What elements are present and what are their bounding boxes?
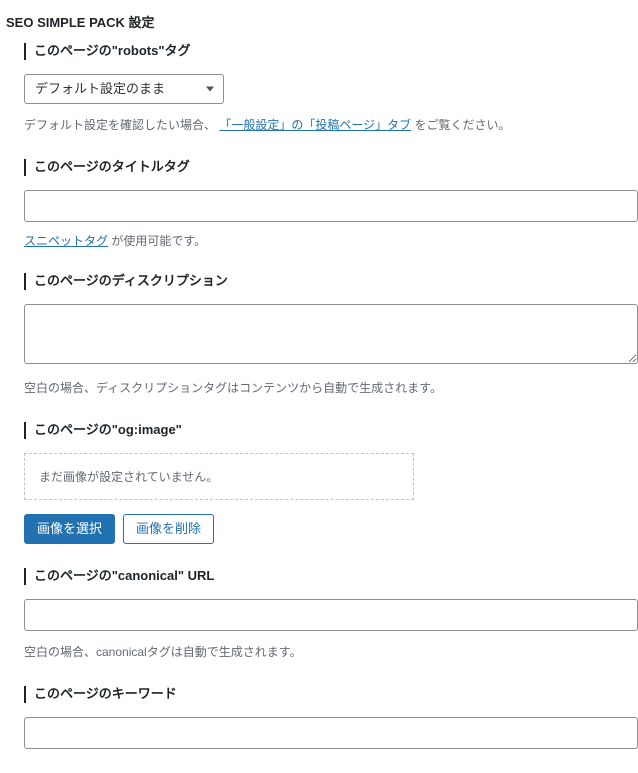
robots-help-link[interactable]: 「一般設定」の「投稿ページ」タブ (219, 118, 411, 132)
section-title: このページのタイトルタグ スニペットタグ が使用可能です。 (0, 159, 638, 273)
robots-label: このページの"robots"タグ (24, 43, 638, 60)
snippet-tag-link[interactable]: スニペットタグ (24, 234, 108, 248)
section-robots: このページの"robots"タグ デフォルト設定のまま デフォルト設定を確認した… (0, 43, 638, 159)
robots-help-prefix: デフォルト設定を確認したい場合、 (24, 118, 216, 132)
title-input[interactable] (24, 190, 638, 222)
robots-select-wrap: デフォルト設定のまま (24, 74, 224, 104)
robots-select[interactable]: デフォルト設定のまま (24, 74, 224, 104)
canonical-help: 空白の場合、canonicalタグは自動で生成されます。 (24, 643, 638, 662)
title-label: このページのタイトルタグ (24, 159, 638, 176)
ogimage-placeholder: まだ画像が設定されていません。 (24, 453, 414, 500)
description-label: このページのディスクリプション (24, 273, 638, 290)
ogimage-buttons: 画像を選択 画像を削除 (24, 514, 638, 544)
description-help: 空白の場合、ディスクリプションタグはコンテンツから自動で生成されます。 (24, 379, 638, 398)
keyword-input[interactable] (24, 717, 638, 749)
section-ogimage: このページの"og:image" まだ画像が設定されていません。 画像を選択 画… (0, 422, 638, 568)
ogimage-label: このページの"og:image" (24, 422, 638, 439)
robots-help-suffix: をご覧ください。 (414, 118, 510, 132)
robots-help: デフォルト設定を確認したい場合、 「一般設定」の「投稿ページ」タブ をご覧くださ… (24, 116, 638, 135)
section-canonical: このページの"canonical" URL 空白の場合、canonicalタグは… (0, 568, 638, 686)
section-description: このページのディスクリプション 空白の場合、ディスクリプションタグはコンテンツか… (0, 273, 638, 422)
snippet-suffix: が使用可能です。 (111, 234, 206, 248)
keyword-label: このページのキーワード (24, 686, 638, 703)
panel-title: SEO SIMPLE PACK 設定 (0, 0, 638, 43)
delete-image-button[interactable]: 画像を削除 (123, 514, 214, 544)
select-image-button[interactable]: 画像を選択 (24, 514, 115, 544)
title-snippet-row: スニペットタグ が使用可能です。 (24, 232, 206, 249)
canonical-label: このページの"canonical" URL (24, 568, 638, 585)
section-keyword: このページのキーワード (0, 686, 638, 773)
canonical-input[interactable] (24, 599, 638, 631)
description-textarea[interactable] (24, 304, 638, 364)
